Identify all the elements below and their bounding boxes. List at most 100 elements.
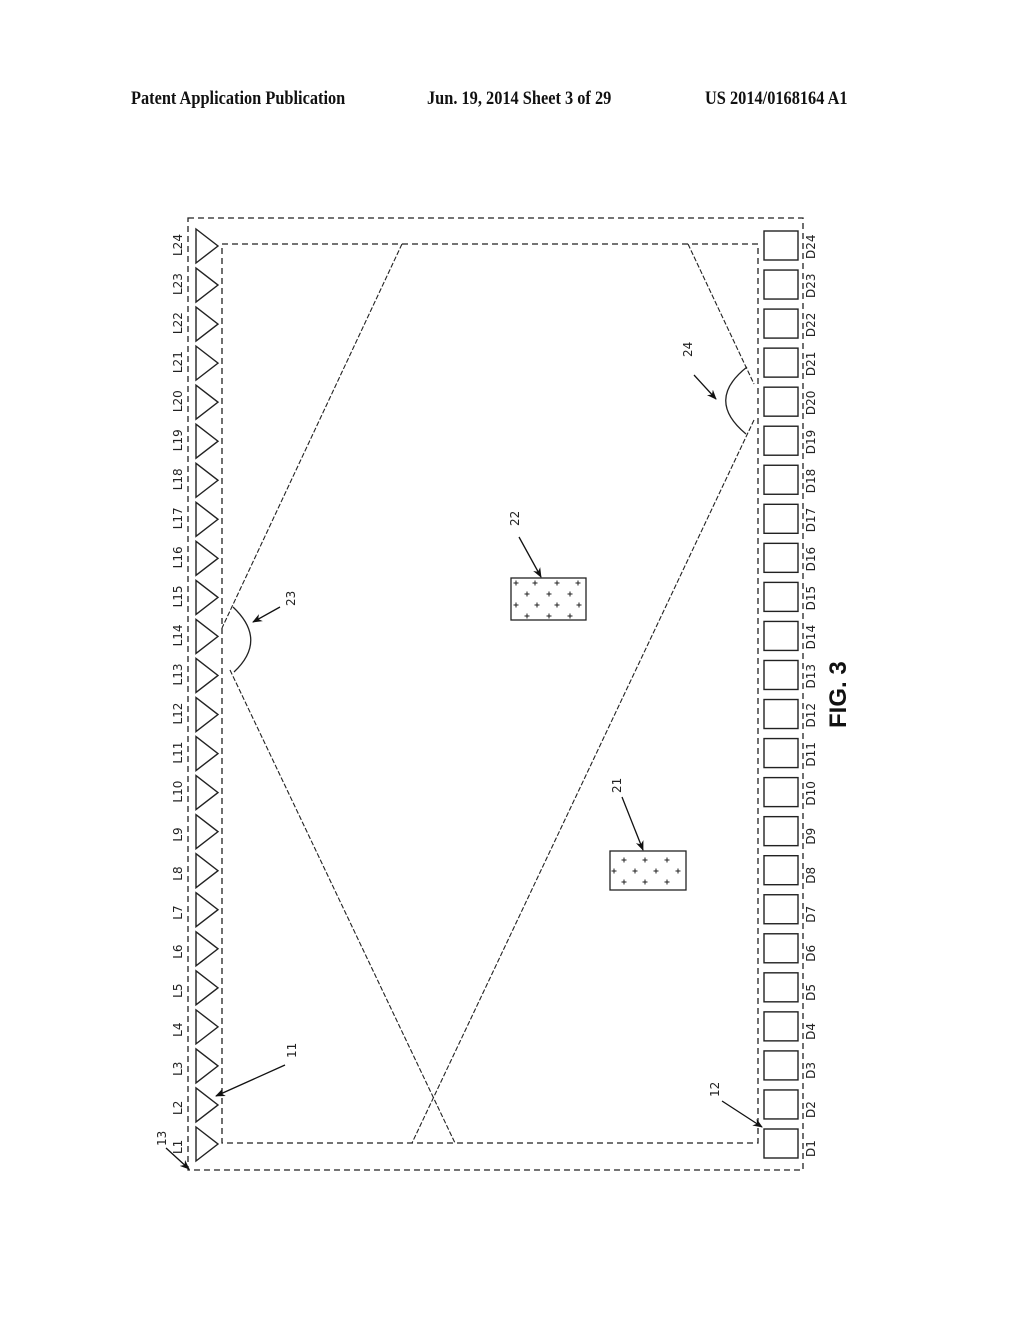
plus-mark (546, 613, 552, 619)
emitter-triangle (195, 618, 220, 655)
detector-box (763, 581, 799, 613)
emitter-triangle (195, 1008, 220, 1046)
plus-mark (611, 868, 617, 874)
detector-label: D18 (804, 469, 818, 494)
emitter-triangle (195, 1047, 220, 1085)
emitter-label: L18 (171, 468, 185, 490)
plus-mark (664, 857, 670, 863)
emitter-triangle (195, 500, 220, 538)
emitter-label: L9 (171, 827, 185, 841)
detector-box (763, 542, 799, 574)
emitter-label: L6 (171, 944, 185, 958)
detector-label: D7 (804, 906, 818, 923)
emitter-triangle (195, 657, 220, 694)
detector-box (763, 503, 799, 535)
emitter-label: L22 (171, 312, 185, 334)
ref-11: 11 (285, 1043, 299, 1058)
plus-mark (546, 591, 552, 597)
detector-label: D16 (804, 547, 818, 572)
emitter-label: L16 (171, 546, 185, 568)
ref-22: 22 (508, 511, 522, 526)
detector-label: D6 (804, 945, 818, 962)
arrow-24 (693, 374, 717, 400)
plus-mark (632, 868, 638, 874)
detector-box (763, 386, 799, 417)
detector-box (763, 1089, 799, 1120)
arrow-12 (721, 1100, 763, 1128)
emitter-triangle (195, 774, 220, 812)
plus-mark (664, 879, 670, 885)
emitter-label: L17 (171, 507, 185, 529)
detector-box (763, 230, 799, 261)
emitter-label: L4 (171, 1023, 185, 1037)
beam-line-d (411, 419, 755, 1144)
detector-label: D24 (804, 234, 818, 259)
beam-line-c (687, 243, 755, 385)
plus-mark (642, 879, 648, 885)
plus-mark (554, 602, 560, 608)
emitter-label: L8 (171, 866, 185, 880)
plus-mark (513, 580, 519, 586)
detector-box (763, 854, 799, 886)
emitter-label: L14 (171, 624, 185, 646)
detector-box (763, 972, 799, 1003)
plus-mark (621, 857, 627, 863)
detector-box (763, 776, 799, 808)
emitter-label: L20 (171, 390, 185, 412)
emitter-label: L23 (171, 273, 185, 295)
emitter-triangle (195, 1125, 220, 1163)
emitter-label: L1 (171, 1140, 185, 1154)
detector-label: D21 (804, 352, 818, 377)
detector-label: D2 (804, 1101, 818, 1118)
object-21 (609, 850, 687, 891)
detector-label: D5 (804, 984, 818, 1001)
emitter-label: L24 (171, 234, 185, 256)
detector-label: D3 (804, 1062, 818, 1079)
emitter-label: L12 (171, 703, 185, 725)
plus-mark (532, 580, 538, 586)
emitter-label: L13 (171, 664, 185, 686)
emitter-triangle (195, 813, 220, 851)
emitter-triangle (195, 461, 220, 499)
detector-box (763, 308, 799, 339)
beam-line-b (229, 669, 456, 1144)
angle-arc-23 (232, 606, 252, 673)
emitter-label: L10 (171, 781, 185, 803)
detector-label: D15 (804, 586, 818, 611)
plus-mark (576, 602, 582, 608)
ref-24: 24 (681, 342, 695, 357)
detector-label: D11 (804, 742, 818, 767)
plus-mark (653, 868, 659, 874)
plus-mark (554, 580, 560, 586)
arrow-23 (252, 606, 281, 623)
emitter-triangle (195, 227, 220, 265)
emitter-triangle (195, 735, 220, 772)
emitter-triangle (195, 305, 220, 343)
detector-label: D13 (804, 664, 818, 689)
plus-mark (513, 602, 519, 608)
emitter-label: L7 (171, 905, 185, 919)
object-22-fill (513, 580, 582, 619)
detector-label: D4 (804, 1023, 818, 1040)
detector-label: D19 (804, 430, 818, 455)
emitter-label: L11 (171, 742, 185, 764)
figure-3-diagram: L1 L2 L3 L4 L5 L6 L7 L8 L9 L10 L11 L12 L13 L14 L15 L16 L… (155, 217, 852, 1171)
emitter-label: L2 (171, 1101, 185, 1115)
plus-mark (524, 613, 530, 619)
detector-label: D8 (804, 867, 818, 884)
figure-label: FIG. 3 (825, 661, 852, 728)
ref-13: 13 (155, 1131, 169, 1146)
detector-box (763, 464, 799, 495)
emitter-label: L19 (171, 429, 185, 451)
arrow-22 (518, 536, 542, 578)
angle-arc-24 (725, 366, 748, 435)
plus-mark (675, 868, 681, 874)
emitter-triangle (195, 930, 220, 968)
arrow-11 (215, 1064, 286, 1097)
object-21-fill (611, 857, 681, 885)
detector-box (763, 815, 799, 847)
arrow-21 (621, 796, 644, 851)
plus-mark (534, 602, 540, 608)
detector-box (763, 659, 799, 691)
ref-12: 12 (708, 1082, 722, 1097)
